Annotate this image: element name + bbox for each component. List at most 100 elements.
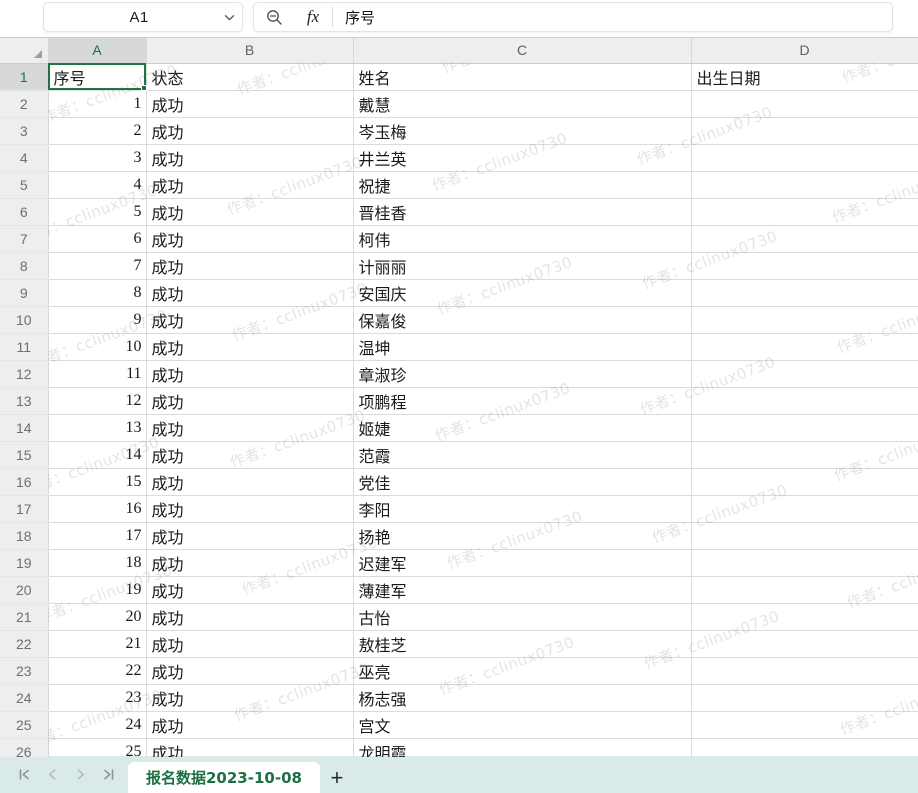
column-header-a[interactable]: A <box>48 38 147 64</box>
cell-C17[interactable]: 李阳 <box>353 495 692 523</box>
cell-B22[interactable]: 成功 <box>146 630 354 658</box>
cell-A14[interactable]: 13 <box>48 414 147 442</box>
cell-D6[interactable] <box>691 198 918 226</box>
cell-B8[interactable]: 成功 <box>146 252 354 280</box>
row-header[interactable]: 3 <box>0 117 49 145</box>
cell-A19[interactable]: 18 <box>48 549 147 577</box>
cell-B3[interactable]: 成功 <box>146 117 354 145</box>
select-all-triangle-icon[interactable] <box>0 38 49 64</box>
cell-C8[interactable]: 计丽丽 <box>353 252 692 280</box>
cell-D22[interactable] <box>691 630 918 658</box>
cell-A11[interactable]: 10 <box>48 333 147 361</box>
cell-C15[interactable]: 范霞 <box>353 441 692 469</box>
cell-C13[interactable]: 项鹏程 <box>353 387 692 415</box>
cell-B21[interactable]: 成功 <box>146 603 354 631</box>
cell-B5[interactable]: 成功 <box>146 171 354 199</box>
cell-A8[interactable]: 7 <box>48 252 147 280</box>
row-header[interactable]: 17 <box>0 495 49 523</box>
cell-D4[interactable] <box>691 144 918 172</box>
cell-D15[interactable] <box>691 441 918 469</box>
cell-D23[interactable] <box>691 657 918 685</box>
cell-C18[interactable]: 扬艳 <box>353 522 692 550</box>
cell-B4[interactable]: 成功 <box>146 144 354 172</box>
cell-C1[interactable]: 姓名 <box>353 63 692 91</box>
cell-B15[interactable]: 成功 <box>146 441 354 469</box>
row-header[interactable]: 2 <box>0 90 49 118</box>
cell-A15[interactable]: 14 <box>48 441 147 469</box>
cell-D20[interactable] <box>691 576 918 604</box>
cell-D26[interactable] <box>691 738 918 757</box>
cell-B12[interactable]: 成功 <box>146 360 354 388</box>
cell-D16[interactable] <box>691 468 918 496</box>
sheet-tab-active[interactable]: 报名数据2023-10-08 <box>128 762 320 793</box>
cell-C14[interactable]: 姬婕 <box>353 414 692 442</box>
cell-D1[interactable]: 出生日期 <box>691 63 918 91</box>
cell-D10[interactable] <box>691 306 918 334</box>
cell-A22[interactable]: 21 <box>48 630 147 658</box>
cell-A23[interactable]: 22 <box>48 657 147 685</box>
row-header[interactable]: 14 <box>0 414 49 442</box>
cell-D11[interactable] <box>691 333 918 361</box>
cell-C24[interactable]: 杨志强 <box>353 684 692 712</box>
cell-A12[interactable]: 11 <box>48 360 147 388</box>
row-header[interactable]: 15 <box>0 441 49 469</box>
cell-B14[interactable]: 成功 <box>146 414 354 442</box>
cell-A26[interactable]: 25 <box>48 738 147 757</box>
row-header[interactable]: 26 <box>0 738 49 757</box>
cell-D14[interactable] <box>691 414 918 442</box>
cell-B24[interactable]: 成功 <box>146 684 354 712</box>
cell-A17[interactable]: 16 <box>48 495 147 523</box>
cell-B16[interactable]: 成功 <box>146 468 354 496</box>
cell-A24[interactable]: 23 <box>48 684 147 712</box>
cell-A16[interactable]: 15 <box>48 468 147 496</box>
zoom-out-icon[interactable] <box>254 3 294 31</box>
row-header[interactable]: 1 <box>0 63 49 91</box>
next-sheet-button[interactable] <box>66 761 94 789</box>
cell-C21[interactable]: 古怡 <box>353 603 692 631</box>
row-header[interactable]: 12 <box>0 360 49 388</box>
first-sheet-button[interactable] <box>10 761 38 789</box>
cell-D3[interactable] <box>691 117 918 145</box>
prev-sheet-button[interactable] <box>38 761 66 789</box>
cell-D2[interactable] <box>691 90 918 118</box>
cell-B7[interactable]: 成功 <box>146 225 354 253</box>
cell-B9[interactable]: 成功 <box>146 279 354 307</box>
row-header[interactable]: 11 <box>0 333 49 361</box>
cell-B10[interactable]: 成功 <box>146 306 354 334</box>
cell-D5[interactable] <box>691 171 918 199</box>
row-header[interactable]: 7 <box>0 225 49 253</box>
row-header[interactable]: 10 <box>0 306 49 334</box>
add-sheet-button[interactable]: + <box>320 762 354 793</box>
cell-B6[interactable]: 成功 <box>146 198 354 226</box>
row-header[interactable]: 25 <box>0 711 49 739</box>
cell-C3[interactable]: 岑玉梅 <box>353 117 692 145</box>
row-header[interactable]: 23 <box>0 657 49 685</box>
row-header[interactable]: 21 <box>0 603 49 631</box>
cell-C20[interactable]: 薄建军 <box>353 576 692 604</box>
cell-B19[interactable]: 成功 <box>146 549 354 577</box>
cell-B20[interactable]: 成功 <box>146 576 354 604</box>
cell-A10[interactable]: 9 <box>48 306 147 334</box>
row-header[interactable]: 6 <box>0 198 49 226</box>
cell-C4[interactable]: 井兰英 <box>353 144 692 172</box>
cell-C22[interactable]: 敖桂芝 <box>353 630 692 658</box>
column-header-c[interactable]: C <box>353 38 692 64</box>
cell-C7[interactable]: 柯伟 <box>353 225 692 253</box>
cell-A2[interactable]: 1 <box>48 90 147 118</box>
cell-A1[interactable]: 序号 <box>48 63 147 91</box>
cell-A13[interactable]: 12 <box>48 387 147 415</box>
cell-C12[interactable]: 章淑珍 <box>353 360 692 388</box>
formula-input[interactable]: 序号 <box>333 7 892 28</box>
cell-C11[interactable]: 温坤 <box>353 333 692 361</box>
cell-D19[interactable] <box>691 549 918 577</box>
row-header[interactable]: 20 <box>0 576 49 604</box>
cell-D21[interactable] <box>691 603 918 631</box>
cell-A7[interactable]: 6 <box>48 225 147 253</box>
cell-A6[interactable]: 5 <box>48 198 147 226</box>
cell-A5[interactable]: 4 <box>48 171 147 199</box>
cell-A25[interactable]: 24 <box>48 711 147 739</box>
row-header[interactable]: 4 <box>0 144 49 172</box>
chevron-down-icon[interactable] <box>216 11 242 24</box>
cell-D9[interactable] <box>691 279 918 307</box>
cell-C2[interactable]: 戴慧 <box>353 90 692 118</box>
